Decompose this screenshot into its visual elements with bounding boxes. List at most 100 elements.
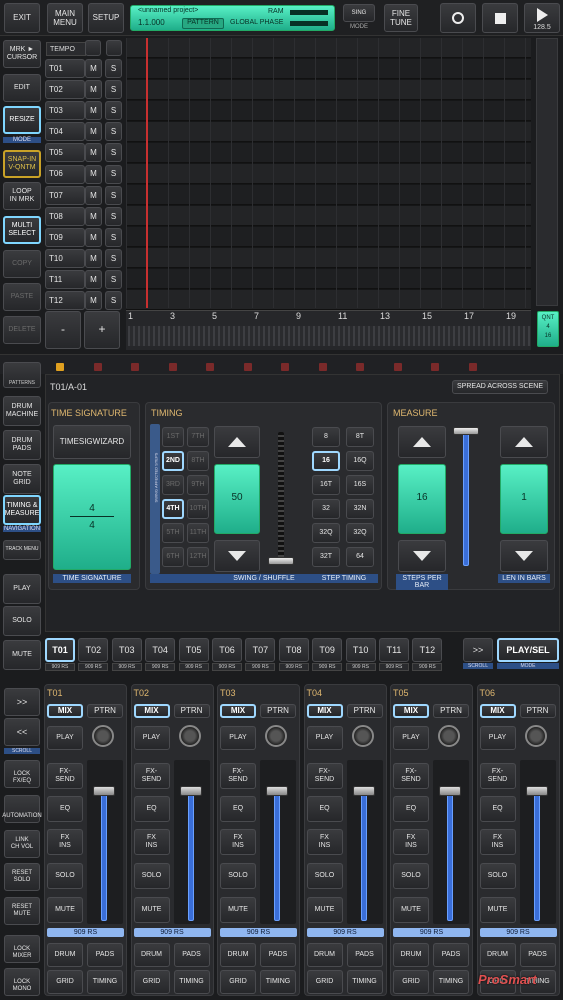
mixer-lock-mixer[interactable]: LOCK MIXER <box>4 935 40 963</box>
pattern-slot-icon[interactable] <box>206 363 214 371</box>
track-tab-t04[interactable]: T04 <box>145 638 176 662</box>
track-solo-t08[interactable]: S <box>105 206 122 226</box>
nav-timing-measure[interactable]: TIMING & MEASURE <box>3 495 41 525</box>
channel-pads-button[interactable]: PADS <box>87 943 123 967</box>
channel-grid-button[interactable]: GRID <box>47 970 83 994</box>
mixer-reset-solo[interactable]: RESET SOLO <box>4 863 40 891</box>
track-mute-t11[interactable]: M <box>85 270 102 289</box>
channel-mute-button[interactable]: MUTE <box>479 897 516 923</box>
track-row-t09[interactable]: T09 <box>45 227 85 247</box>
tool-edit[interactable]: EDIT <box>3 74 41 102</box>
swing-fader-handle[interactable] <box>268 557 294 565</box>
track-row-t06[interactable]: T06 <box>45 164 85 184</box>
channel-fx-ins-button[interactable]: FX INS <box>479 829 516 855</box>
main-menu-button[interactable]: MAIN MENU <box>47 3 83 33</box>
channel-mix-button[interactable]: MIX <box>220 704 256 718</box>
channel-mix-button[interactable]: MIX <box>393 704 429 718</box>
channel-eq-button[interactable]: EQ <box>393 796 429 822</box>
channel-mute-button[interactable]: MUTE <box>306 897 343 923</box>
overview-strip[interactable] <box>128 326 531 346</box>
channel-eq-button[interactable]: EQ <box>133 796 170 822</box>
swing-step-7th[interactable]: 7TH <box>187 427 209 447</box>
track-mute-t04[interactable]: M <box>85 122 102 142</box>
nav-drum-machine[interactable]: DRUM MACHINE <box>3 396 41 426</box>
channel-eq-button[interactable]: EQ <box>306 796 343 822</box>
track-solo-t12[interactable]: S <box>105 291 122 311</box>
play-select-button[interactable]: PLAY/SEL <box>497 638 559 662</box>
channel-mute-button[interactable]: MUTE <box>220 897 256 923</box>
steps-per-bar-increase[interactable] <box>398 426 446 458</box>
track-solo-t09[interactable]: S <box>105 227 122 247</box>
channel-fader-track[interactable] <box>101 793 107 921</box>
channel-fx-ins-button[interactable]: FX INS <box>47 829 83 855</box>
track-solo-t05[interactable]: S <box>105 143 122 163</box>
exit-button[interactable]: EXIT <box>4 3 40 33</box>
record-button[interactable] <box>440 3 476 33</box>
channel-pads-button[interactable]: PADS <box>433 943 469 967</box>
track-tab-t12[interactable]: T12 <box>412 638 443 662</box>
channel-play-button[interactable]: PLAY <box>306 726 343 750</box>
pattern-slot-icon[interactable] <box>168 363 177 371</box>
measure-fader-handle[interactable] <box>453 427 479 435</box>
channel-fx-send-button[interactable]: FX- SEND <box>220 763 256 789</box>
track-tab-t06[interactable]: T06 <box>212 638 242 662</box>
len-in-bars-decrease[interactable] <box>500 540 548 572</box>
pattern-slot-icon[interactable] <box>431 363 439 371</box>
channel-pads-button[interactable]: PADS <box>173 943 210 967</box>
track-row-t03[interactable]: T03 <box>45 101 85 121</box>
step-timing-8[interactable]: 8 <box>312 427 340 447</box>
channel-fx-ins-button[interactable]: FX INS <box>306 829 343 855</box>
channel-mute-button[interactable]: MUTE <box>133 897 170 923</box>
channel-solo-button[interactable]: SOLO <box>479 863 516 889</box>
channel-ptrn-button[interactable]: PTRN <box>260 704 296 718</box>
swing-decrease-button[interactable] <box>214 540 260 572</box>
tool-delete[interactable]: DELETE <box>3 316 41 344</box>
mixer-reset-mute[interactable]: RESET MUTE <box>4 897 40 925</box>
channel-ptrn-button[interactable]: PTRN <box>433 704 469 718</box>
track-mute-t06[interactable]: M <box>85 164 102 184</box>
track-mute-t01[interactable]: M <box>85 59 102 78</box>
pan-knob[interactable] <box>438 725 460 747</box>
channel-fader-handle[interactable] <box>439 786 461 796</box>
tool-loop-in-mrk[interactable]: LOOP IN MRK <box>3 182 41 210</box>
track-tab-t05[interactable]: T05 <box>178 638 209 662</box>
channel-mix-button[interactable]: MIX <box>47 704 83 718</box>
channel-fader-track[interactable] <box>447 793 453 921</box>
channel-fader-handle[interactable] <box>352 786 375 796</box>
nav-note-grid[interactable]: NOTE GRID <box>3 464 41 494</box>
channel-pads-button[interactable]: PADS <box>260 943 296 967</box>
mixer-automation[interactable]: AUTOMATION <box>2 795 42 823</box>
channel-play-button[interactable]: PLAY <box>220 726 256 750</box>
channel-drum-button[interactable]: DRUM <box>479 943 516 967</box>
track-mute-t02[interactable]: M <box>85 80 102 100</box>
nav-mute[interactable]: MUTE <box>3 640 41 670</box>
track-tab-t03[interactable]: T03 <box>111 638 142 662</box>
channel-solo-button[interactable]: SOLO <box>393 863 429 889</box>
track-solo-t06[interactable]: S <box>105 164 122 184</box>
channel-eq-button[interactable]: EQ <box>47 796 83 822</box>
track-solo-t04[interactable]: S <box>105 122 122 142</box>
channel-fx-send-button[interactable]: FX- SEND <box>306 763 343 789</box>
track-tabs-next-button[interactable]: >> <box>463 638 493 662</box>
time-signature-display[interactable] <box>53 464 131 570</box>
steps-per-bar-decrease[interactable] <box>398 540 446 572</box>
nav-play[interactable]: PLAY <box>3 574 41 604</box>
channel-timing-button[interactable]: TIMING <box>260 970 296 994</box>
track-row-t02[interactable]: T02 <box>45 80 85 100</box>
channel-mix-button[interactable]: MIX <box>133 704 170 718</box>
channel-fx-send-button[interactable]: FX- SEND <box>393 763 429 789</box>
len-in-bars-increase[interactable] <box>500 426 548 458</box>
tool-resize[interactable]: RESIZE <box>3 106 41 134</box>
stop-button[interactable] <box>482 3 518 33</box>
channel-fader-track[interactable] <box>360 793 367 921</box>
channel-fader-track[interactable] <box>187 793 194 921</box>
mixer-lock-mono[interactable]: LOCK MONO <box>4 968 40 996</box>
channel-fx-send-button[interactable]: FX- SEND <box>133 763 170 789</box>
track-mute-t08[interactable]: M <box>85 206 102 226</box>
track-tab-t11[interactable]: T11 <box>379 638 409 662</box>
pan-knob[interactable] <box>265 725 287 747</box>
swing-step-4th[interactable]: 4TH <box>162 499 184 519</box>
track-tab-t08[interactable]: T08 <box>278 638 309 662</box>
track-solo-t07[interactable]: S <box>105 185 122 205</box>
swing-increase-button[interactable] <box>214 426 260 458</box>
